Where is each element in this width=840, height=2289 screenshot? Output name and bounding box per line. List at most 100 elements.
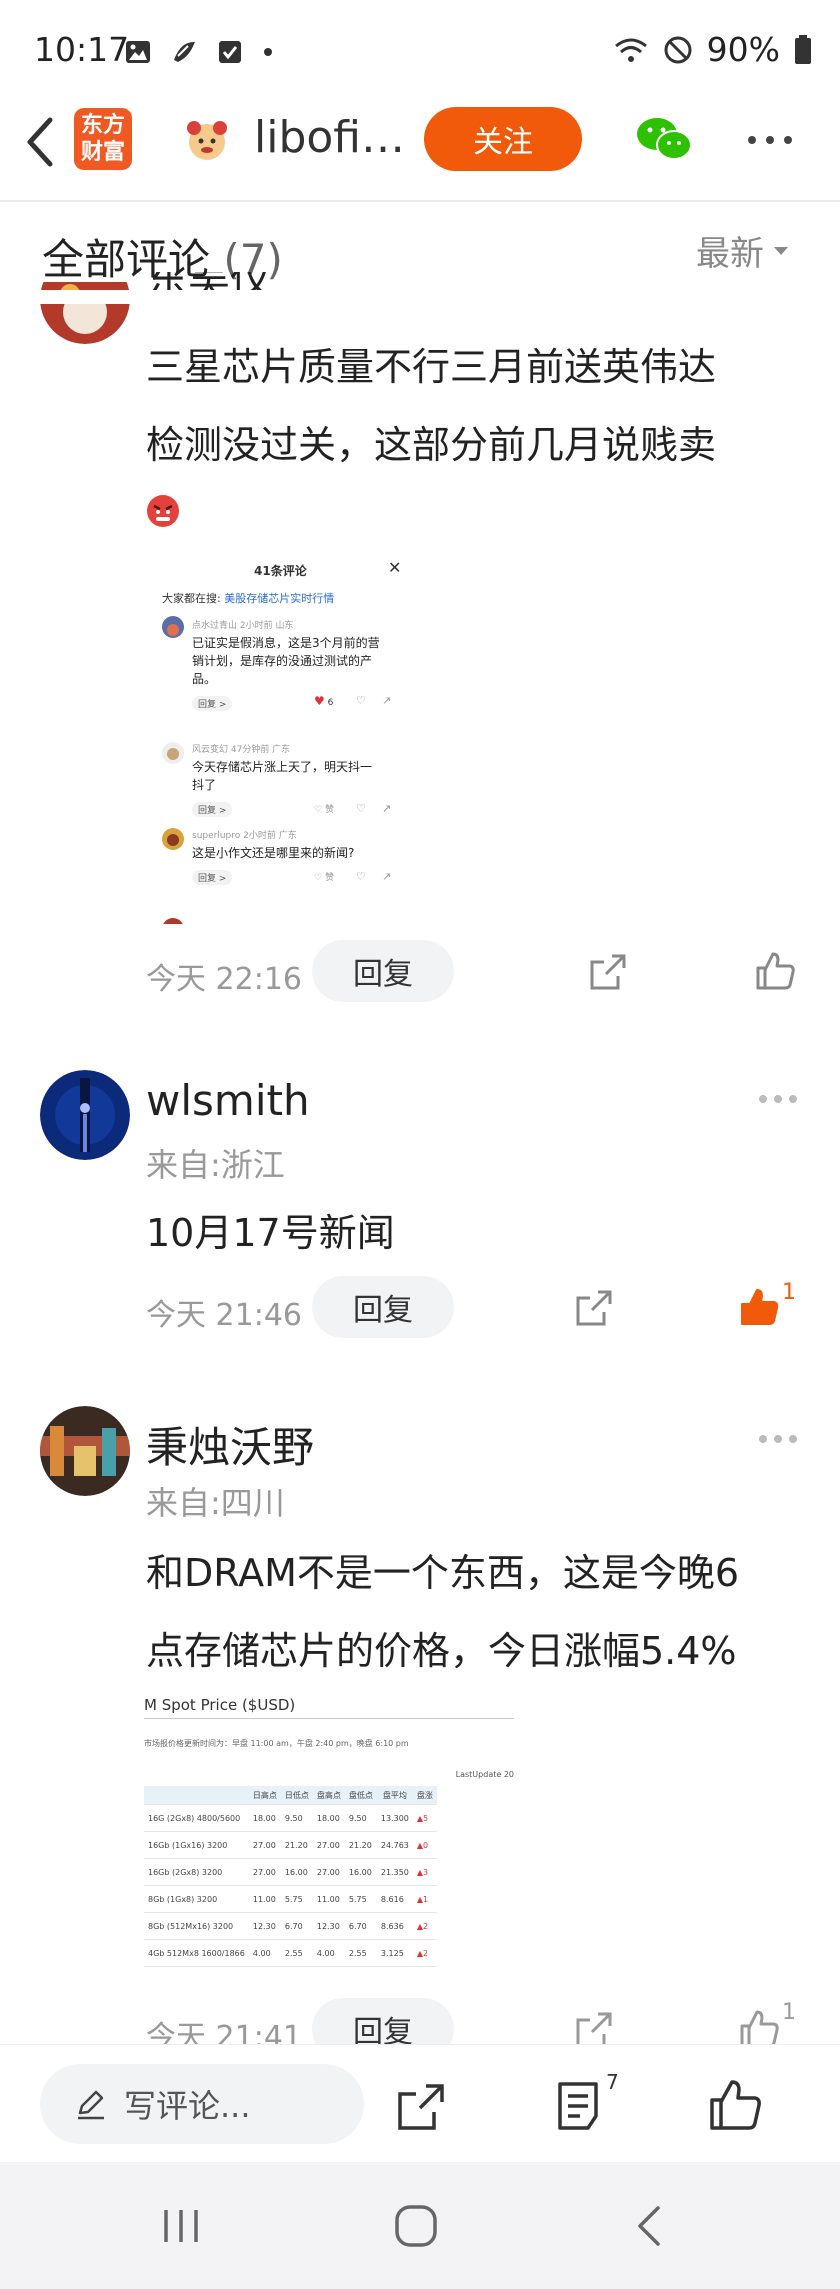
comment-3-line-1: 和DRAM不是一个东西，这是今晚6 (146, 1551, 740, 1595)
shot1-avatar-1 (162, 616, 184, 638)
shot1-likes-1: ♥ 6 (314, 694, 334, 708)
comment-2-more-icon[interactable] (758, 1094, 798, 1104)
like-icon[interactable] (708, 2078, 762, 2132)
shot1-title: 41条评论 (254, 564, 307, 578)
comment-2-share-icon[interactable] (574, 1288, 614, 1328)
sort-dropdown[interactable]: 最新 (696, 226, 790, 275)
comment-1-text: 三星芯片质量不行三月前送英伟达 检测没过关，这部分前几月说贱卖 (146, 328, 716, 484)
shot1-reply-3: 回复 > (192, 870, 233, 885)
shot2-table-cell: 27.00 (248, 1858, 281, 1886)
share-icon[interactable] (396, 2082, 446, 2132)
comment-2-time: 今天 21:46 (146, 1298, 302, 1333)
shot2-table-cell: 21.20 (344, 1831, 377, 1859)
shot2-table-cell: 4.00 (312, 1939, 345, 1967)
shot1-meta-3: superlupro 2小时前 广东 (192, 831, 297, 841)
comment-1-share-icon[interactable] (588, 952, 628, 992)
user-avatar[interactable] (182, 114, 232, 164)
status-time: 10:17 (34, 30, 130, 69)
shot2-table-cell: 4.00 (248, 1939, 281, 1967)
shot2-header-cell: 盘高点 (312, 1786, 345, 1805)
shot1-heart-icon-3: ♡ (356, 870, 366, 883)
comment-3-location: 来自:四川 (146, 1484, 285, 1522)
app-notification-icon (174, 42, 195, 62)
back-arrow-icon[interactable] (20, 112, 60, 172)
shot2-table-cell: 2.55 (280, 1939, 313, 1967)
status-right: 90% (613, 30, 812, 69)
status-notification-icons (124, 38, 274, 66)
shot2-table-cell: 3.125 (376, 1939, 413, 1967)
shot1-text-3a: 这是小作文还是哪里来的新闻? (192, 846, 355, 860)
dot-icon (264, 48, 272, 56)
shot2-table-cell: ▲3 (412, 1858, 437, 1886)
shot1-close-icon: ✕ (388, 558, 402, 577)
comment-1-image[interactable]: 41条评论 ✕ 大家都在搜: 美股存储芯片实时行情 点水过青山 2小时前 山东 … (146, 548, 416, 924)
shot2-title: M Spot Price ($USD) (144, 1696, 296, 1714)
shot1-text-1b: 销计划，是库存的没通过测试的产 (192, 654, 373, 668)
shot2-table-cell: ▲2 (412, 1939, 437, 1967)
shot2-header-cell: 盘平均 (376, 1786, 413, 1805)
shot1-zan-2-text: 赞 (324, 805, 334, 815)
shot2-table-cell: 18.00 (312, 1804, 345, 1832)
comment-1-like-icon[interactable] (754, 950, 796, 992)
shot2-table-cell: ▲1 (412, 1885, 437, 1913)
wifi-icon (614, 38, 647, 62)
comment-2-reply-button[interactable]: 回复 (312, 1276, 454, 1338)
shot1-heart-icon-2: ♡ (356, 802, 366, 815)
comment-3-more-icon[interactable] (758, 1434, 798, 1444)
shot2-table-cell: 24.763 (376, 1831, 413, 1859)
comment-1-time: 今天 22:16 (146, 962, 302, 997)
comment-3-avatar[interactable] (40, 1406, 130, 1496)
shot1-meta-2: 风云变幻 47分钟前 广东 (192, 745, 291, 755)
shot1-share-icon-2: ↗ (382, 802, 392, 815)
shot2-table-cell: 5.75 (280, 1885, 313, 1913)
shot2-table-cell: 8.616 (376, 1885, 413, 1913)
comment-3-author[interactable]: 秉烛沃野 (146, 1414, 314, 1475)
shot1-text-2a: 今天存储芯片涨上天了，明天抖一 (192, 760, 373, 774)
comment-1-reply-button[interactable]: 回复 (312, 940, 454, 1002)
comment-2-like-count: 1 (782, 1280, 796, 1305)
logo-line-1: 东方 (80, 113, 125, 138)
system-back-icon[interactable] (634, 2204, 664, 2248)
shot1-likes-1-count: 6 (327, 698, 334, 708)
comment-2-text: 10月17号新闻 (146, 1211, 395, 1255)
comments-list-icon[interactable] (556, 2080, 606, 2132)
write-comment-input[interactable]: 写评论... (40, 2064, 364, 2144)
follow-button[interactable]: 关注 (424, 107, 582, 171)
comment-3-line-2: 点存储芯片的价格，今日涨幅5.4% (146, 1629, 737, 1673)
recent-apps-icon[interactable] (160, 2206, 202, 2246)
comment-2-like-icon-active[interactable] (738, 1286, 780, 1328)
shot2-table-cell: 16Gb (1Gx16) 3200 (144, 1831, 249, 1859)
shot2-table-cell: 21.20 (280, 1831, 313, 1859)
shot2-table-cell: 5.75 (344, 1885, 377, 1913)
wechat-icon[interactable] (634, 114, 694, 164)
shot2-table-cell: 27.00 (312, 1831, 345, 1859)
gallery-icon (126, 41, 150, 63)
comment-2-avatar[interactable] (40, 1070, 130, 1160)
shot2-table-cell: ▲5 (412, 1804, 437, 1832)
logo-line-2: 财富 (80, 140, 125, 165)
shot2-divider (144, 1718, 514, 1719)
shot2-table-cell: 12.30 (312, 1912, 345, 1940)
shot1-avatar-2 (162, 742, 184, 764)
eastmoney-logo[interactable]: 东方 财富 (74, 108, 132, 170)
sort-label: 最新 (696, 234, 764, 274)
shot2-header-cell: 日高点 (248, 1786, 281, 1805)
comment-1-line-2: 检测没过关，这部分前几月说贱卖 (146, 423, 717, 467)
comment-2-author[interactable]: wlsmith (146, 1076, 310, 1125)
pencil-icon (78, 2090, 104, 2120)
shot2-table-cell: 9.50 (344, 1804, 377, 1832)
shot2-table-cell: 16Gb (2Gx8) 3200 (144, 1858, 249, 1886)
shot1-avatar-4-partial (163, 918, 183, 924)
home-icon[interactable] (394, 2204, 438, 2248)
shot1-zan-3: ♡ 赞 (314, 873, 334, 883)
shot2-table-cell: 6.70 (344, 1912, 377, 1940)
comment-3-image[interactable]: M Spot Price ($USD) 市场报价格更新时间为：早盘 11:00 … (144, 1694, 514, 1974)
shot1-search-term: 美股存储芯片实时行情 (224, 592, 335, 605)
shot2-header-cell: 盘低点 (344, 1786, 377, 1805)
shot2-table-row: 16Gb (1Gx16) 3200 27.00 21.20 27.00 21.20 24.… (144, 1831, 437, 1859)
more-options-icon[interactable] (746, 134, 794, 146)
profile-username[interactable]: libofigo (254, 112, 414, 163)
shot2-table-cell: 8Gb (512Mx16) 3200 (144, 1912, 249, 1940)
shot1-avatar-3 (162, 828, 184, 850)
shot2-table-row: 8Gb (1Gx8) 3200 11.00 5.75 11.00 5.75 8.616 ▲1 (144, 1885, 437, 1913)
